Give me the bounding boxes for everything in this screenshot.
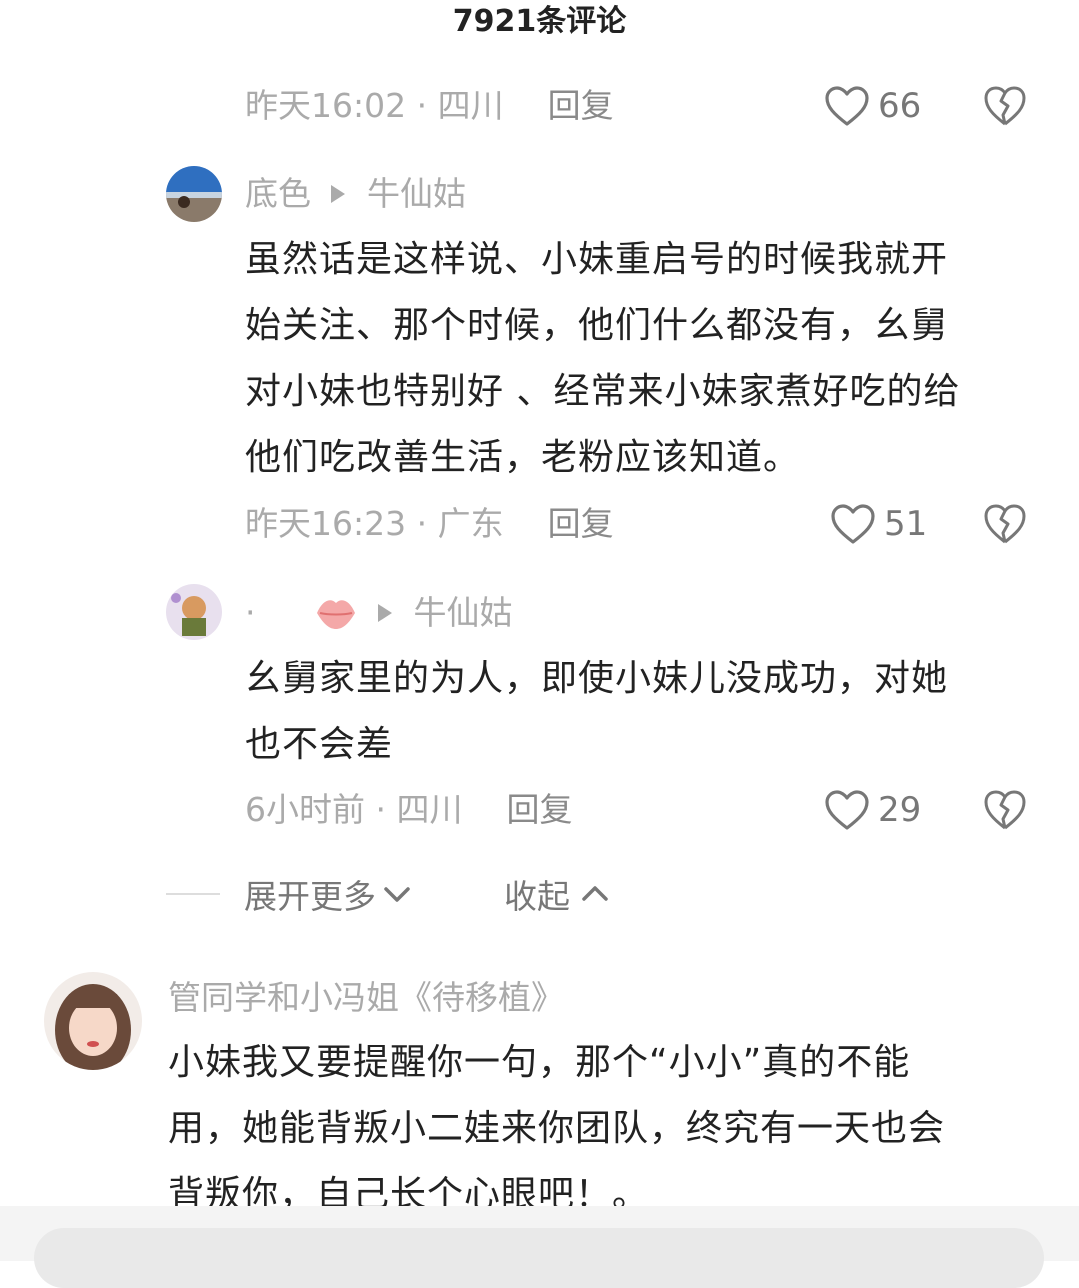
comment-time-location: 6小时前 · 四川 <box>245 790 463 829</box>
username[interactable]: · <box>245 589 256 637</box>
avatar-image <box>166 166 222 222</box>
like-button[interactable]: 66 <box>824 81 921 131</box>
comment-text-line: 虽然话是这样说、小妹重启号的时候我就开 <box>245 239 949 280</box>
username[interactable]: 底色 <box>245 170 311 218</box>
comment-text-line: 他们吃改善生活，老粉应该知道。 <box>245 437 801 478</box>
like-count: 51 <box>884 504 928 544</box>
comment-text-line: 小妹我又要提醒你一句，那个“小小”真的不能 <box>168 1042 911 1083</box>
comment-username-row: 管同学和小冯姐《待移植》 <box>168 974 564 1022</box>
comment-text-line: 对小妹也特别好 、经常来小妹家煮好吃的给 <box>245 371 961 412</box>
lips-icon <box>316 600 355 629</box>
avatar[interactable] <box>44 972 142 1070</box>
comment-text: 小妹我又要提醒你一句，那个“小小”真的不能 用，她能背叛小二娃来你团队，终究有一… <box>168 1030 945 1228</box>
reply-arrow-icon <box>331 185 345 203</box>
comment-meta: 6小时前 · 四川 回复 <box>245 786 572 834</box>
like-count: 29 <box>878 790 922 830</box>
broken-heart-icon[interactable] <box>983 84 1027 128</box>
comment-count-title: 7921条评论 <box>452 4 627 39</box>
divider-line <box>166 893 220 895</box>
heart-outline-icon <box>825 790 869 830</box>
comment-text-line: 用，她能背叛小二娃来你团队，终究有一天也会 <box>168 1108 946 1149</box>
comment-text-line: 幺舅家里的为人，即使小妹儿没成功，对她 <box>245 658 949 699</box>
avatar[interactable] <box>166 584 222 640</box>
reply-button[interactable]: 回复 <box>506 790 572 829</box>
avatar-image <box>44 972 142 1070</box>
comment-text: 幺舅家里的为人，即使小妹儿没成功，对她 也不会差 <box>245 646 948 778</box>
broken-heart-icon[interactable] <box>983 788 1027 832</box>
chevron-down-icon <box>384 887 410 902</box>
comment-text-line: 始关注、那个时候，他们什么都没有，幺舅 <box>245 305 949 346</box>
like-button[interactable]: 29 <box>824 785 921 835</box>
comment-username-row: 底色 牛仙姑 <box>245 170 466 218</box>
reply-target-username[interactable]: 牛仙姑 <box>367 170 466 218</box>
username[interactable]: 管同学和小冯姐《待移植》 <box>168 974 564 1022</box>
comment-username-row: · 牛仙姑 <box>245 589 513 637</box>
comment-meta: 昨天16:23 · 广东 回复 <box>245 500 614 548</box>
collapse-button[interactable]: 收起 <box>504 870 610 918</box>
expand-more-button[interactable]: 展开更多 <box>244 870 412 918</box>
comment-meta: 昨天16:02 · 四川 回复 <box>245 82 614 130</box>
avatar[interactable] <box>166 166 222 222</box>
comment-input[interactable] <box>34 1228 1044 1288</box>
like-button[interactable]: 51 <box>830 499 927 549</box>
comment-text: 虽然话是这样说、小妹重启号的时候我就开 始关注、那个时候，他们什么都没有，幺舅 … <box>245 227 960 491</box>
expand-more-label: 展开更多 <box>244 877 376 916</box>
avatar-image <box>166 584 222 640</box>
replies-expand-row: 展开更多 收起 <box>166 866 610 922</box>
reply-target-username[interactable]: 牛仙姑 <box>414 589 513 637</box>
heart-outline-icon <box>831 504 875 544</box>
comment-time-location: 昨天16:02 · 四川 <box>245 86 504 125</box>
comment-time-location: 昨天16:23 · 广东 <box>245 504 504 543</box>
like-count: 66 <box>878 86 922 126</box>
reply-button[interactable]: 回复 <box>548 86 614 125</box>
chevron-up-icon <box>582 886 608 901</box>
heart-outline-icon <box>825 86 869 126</box>
reply-button[interactable]: 回复 <box>548 504 614 543</box>
collapse-label: 收起 <box>504 877 570 916</box>
comment-text-line: 也不会差 <box>245 724 394 765</box>
broken-heart-icon[interactable] <box>983 502 1027 546</box>
reply-arrow-icon <box>377 604 392 622</box>
